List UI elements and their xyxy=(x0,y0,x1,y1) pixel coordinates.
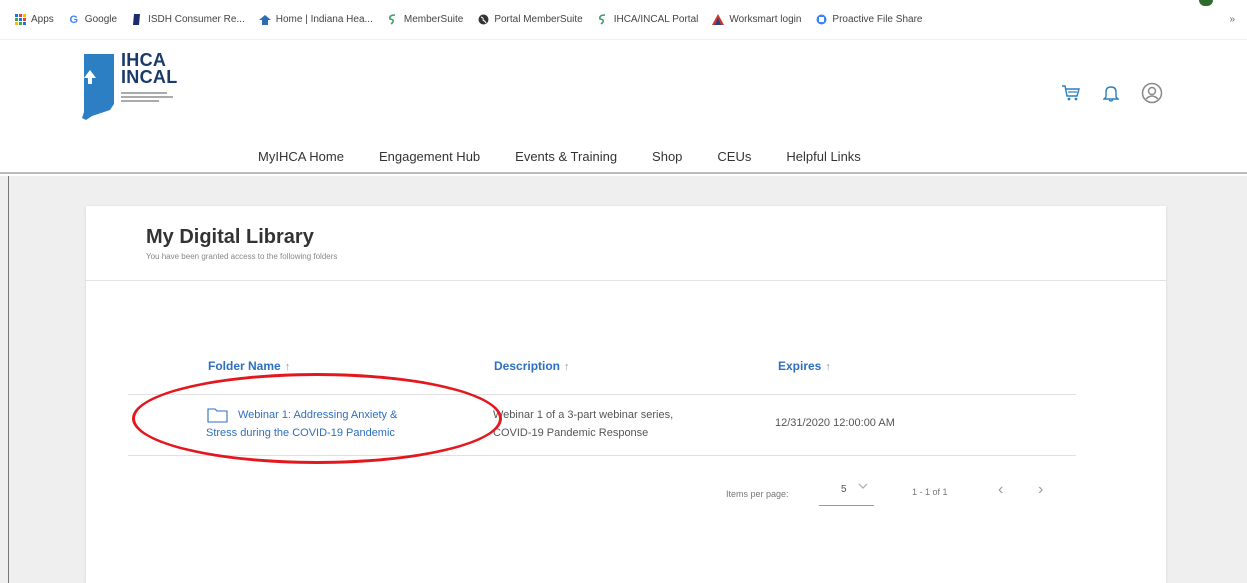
page-range: 1 - 1 of 1 xyxy=(912,487,948,497)
ihca-incal-logo[interactable]: IHCA INCAL xyxy=(80,51,220,124)
header-label: Folder Name xyxy=(208,359,281,373)
bookmark-label: MemberSuite xyxy=(403,14,464,25)
cart-icon[interactable] xyxy=(1061,84,1081,107)
google-icon: G xyxy=(69,13,79,26)
bookmark-apps[interactable]: Apps xyxy=(14,14,54,26)
table-header-divider xyxy=(128,394,1076,395)
next-page-button[interactable]: › xyxy=(1038,481,1043,499)
sort-arrow-icon: ↑ xyxy=(284,361,291,373)
bookmark-proactive[interactable]: Proactive File Share xyxy=(815,14,922,26)
bookmark-indiana-health[interactable]: Home | Indiana Hea... xyxy=(258,14,373,26)
bookmark-label: Apps xyxy=(31,14,54,25)
description-line1: Webinar 1 of a 3-part webinar series, xyxy=(493,409,674,421)
bookmark-isdh[interactable]: ISDH Consumer Re... xyxy=(131,14,245,26)
bookmark-label: Worksmart login xyxy=(729,14,802,25)
table-row-divider xyxy=(128,455,1076,456)
nav-shop[interactable]: Shop xyxy=(652,149,682,164)
header-label: Description xyxy=(494,359,561,373)
nav-helpful-links[interactable]: Helpful Links xyxy=(786,149,860,164)
site-header: IHCA INCAL MyIHCA Home Engagement Hub Ev… xyxy=(0,40,1247,174)
bookmarks-overflow-button[interactable]: » xyxy=(1229,14,1235,25)
nav-myihca-home[interactable]: MyIHCA Home xyxy=(258,149,344,164)
previous-page-button[interactable]: ‹ xyxy=(998,481,1003,499)
nav-events-training[interactable]: Events & Training xyxy=(515,149,617,164)
user-avatar-icon[interactable] xyxy=(1141,82,1163,109)
nav-ceus[interactable]: CEUs xyxy=(717,149,751,164)
bookmark-icon xyxy=(131,14,143,26)
column-header-folder-name[interactable]: Folder Name ↑ xyxy=(208,359,290,373)
folder-description: Webinar 1 of a 3-part webinar series, CO… xyxy=(493,406,673,442)
membersuite-icon xyxy=(597,14,609,26)
apps-grid-icon xyxy=(14,14,26,26)
sort-arrow-icon: ↑ xyxy=(564,361,570,373)
card-divider xyxy=(86,280,1166,281)
page-title: My Digital Library xyxy=(146,226,314,248)
folder-expires: 12/31/2020 12:00:00 AM xyxy=(775,417,895,429)
membersuite-icon xyxy=(387,14,399,26)
window-edge-divider xyxy=(8,176,9,583)
indiana-state-icon xyxy=(82,54,114,120)
header-label: Expires xyxy=(778,359,822,373)
nav-engagement-hub[interactable]: Engagement Hub xyxy=(379,149,480,164)
logo-tagline-graphic xyxy=(121,92,173,102)
sort-arrow-icon: ↑ xyxy=(825,361,831,373)
description-line2: COVID-19 Pandemic Response xyxy=(493,427,649,439)
bookmark-membersuite[interactable]: MemberSuite xyxy=(387,14,463,26)
bookmark-label: Home | Indiana Hea... xyxy=(275,14,373,25)
folder-name-line1: Webinar 1: Addressing Anxiety & xyxy=(238,409,398,421)
bookmarks-bar: Apps G Google ISDH Consumer Re... Home |… xyxy=(0,0,1247,40)
column-header-description[interactable]: Description ↑ xyxy=(494,359,570,373)
page-subtitle: You have been granted access to the foll… xyxy=(146,252,338,261)
bell-icon[interactable] xyxy=(1102,84,1120,107)
folder-link[interactable]: Webinar 1: Addressing Anxiety & Stress d… xyxy=(130,406,490,442)
logo-line2: INCAL xyxy=(121,67,178,87)
items-per-page-label: Items per page: xyxy=(726,489,789,499)
home-icon xyxy=(258,14,271,26)
bookmark-label: ISDH Consumer Re... xyxy=(148,14,245,25)
bookmark-google[interactable]: G Google xyxy=(68,13,118,26)
chevron-down-icon xyxy=(858,482,868,493)
items-per-page-value: 5 xyxy=(841,484,847,495)
column-header-expires[interactable]: Expires ↑ xyxy=(778,359,831,373)
bookmark-portal-membersuite[interactable]: Portal MemberSuite xyxy=(477,14,583,26)
digital-library-card: My Digital Library You have been granted… xyxy=(86,206,1166,583)
profile-dot-icon xyxy=(1199,0,1213,6)
bookmark-label: Proactive File Share xyxy=(832,14,923,25)
bookmark-label: Portal MemberSuite xyxy=(494,14,583,25)
bookmark-label: Google xyxy=(84,14,118,25)
paginator: Items per page: 5 1 - 1 of 1 ‹ › xyxy=(86,481,1166,514)
triangle-icon xyxy=(712,14,725,26)
logo-wordmark: IHCA INCAL xyxy=(121,51,178,87)
folder-name-line2: Stress during the COVID-19 Pandemic xyxy=(206,427,395,439)
bookmark-ihca-portal[interactable]: IHCA/INCAL Portal xyxy=(597,14,699,26)
bookmark-worksmart[interactable]: Worksmart login xyxy=(712,14,801,26)
fileshare-icon xyxy=(815,14,827,26)
main-nav: MyIHCA Home Engagement Hub Events & Trai… xyxy=(258,149,896,164)
items-per-page-select[interactable]: 5 xyxy=(819,482,874,506)
header-actions xyxy=(1061,82,1163,109)
globe-icon xyxy=(477,14,489,26)
bookmark-label: IHCA/INCAL Portal xyxy=(613,14,699,25)
